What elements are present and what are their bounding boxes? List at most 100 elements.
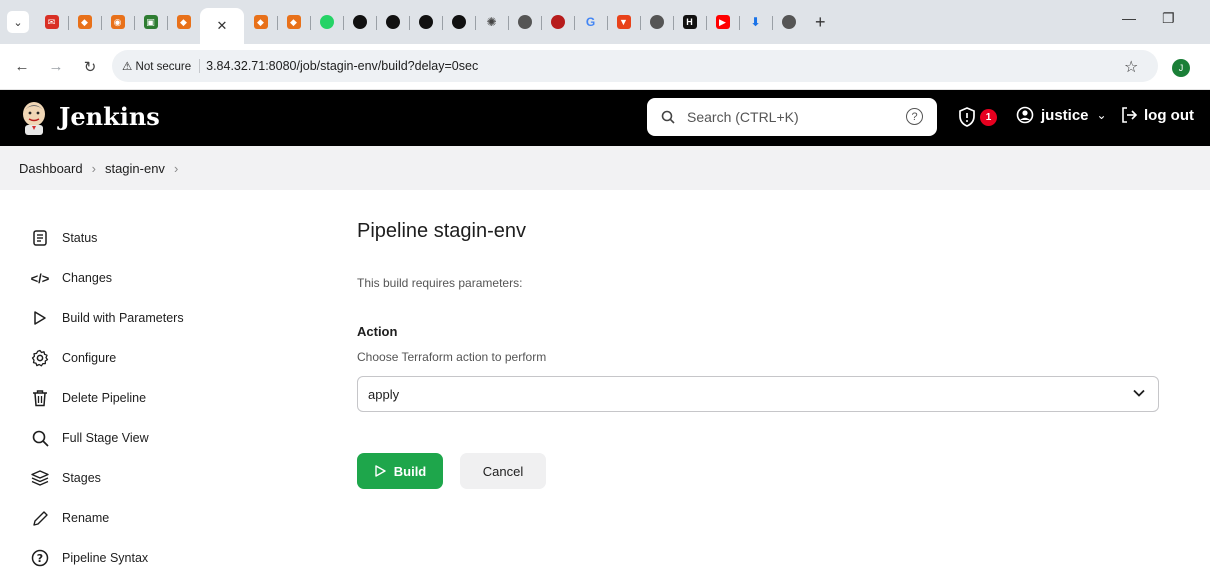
jenkins-logo-icon[interactable] [20,101,48,135]
download-icon: ⬇ [750,15,761,29]
browser-tab[interactable] [409,6,442,38]
browser-tab-active[interactable]: ✕ [200,8,244,44]
browser-tab[interactable] [310,6,343,38]
not-secure-indicator[interactable]: ⚠ Not secure [122,59,201,73]
url-text[interactable]: 3.84.32.71:8080/job/stagin-env/build?del… [206,59,478,73]
chevron-down-icon: ⌄ [1096,108,1107,122]
jenkins-header: Jenkins ? 1 justice ⌄ log out [0,90,1210,146]
browser-tab[interactable]: ▼ [607,6,640,38]
new-tab-button[interactable]: + [815,12,826,33]
user-menu[interactable]: justice ⌄ [1016,106,1107,124]
search-icon [30,428,50,448]
browser-tab[interactable]: ◆ [167,6,200,38]
globe-icon [781,15,796,29]
profile-avatar[interactable]: J [1172,59,1190,77]
browser-tab[interactable]: ✉ [35,6,68,38]
omnibox[interactable]: ⚠ Not secure 3.84.32.71:8080/job/stagin-… [112,50,1158,82]
breadcrumb-dropdown-icon[interactable]: › [174,161,178,176]
back-icon[interactable]: ← [10,58,34,75]
youtube-icon: ▶ [715,15,730,29]
not-secure-label: Not secure [135,61,192,73]
logout-label: log out [1144,106,1194,124]
logout-link[interactable]: log out [1120,106,1194,124]
breadcrumb-dashboard[interactable]: Dashboard [19,161,83,176]
parameter-description: Choose Terraform action to perform [357,350,547,364]
sidebar-item-label: Stages [62,471,101,485]
browser-tab[interactable]: ◉ [101,6,134,38]
restore-icon[interactable]: ❐ [1162,10,1175,27]
parameter-label: Action [357,324,398,339]
search-help-icon[interactable]: ? [906,108,923,125]
search-icon [661,110,675,124]
aws-icon: ▣ [143,15,158,29]
browser-tab-strip: ⌄ ✉ ◆ ◉ ▣ ◆ ✕ ◆ ◆ ✺ G ▼ H ▶ ⬇ + — ❐ [0,0,1210,44]
sidebar-item-changes[interactable]: </> Changes [30,258,290,298]
action-select[interactable]: apply [357,376,1159,412]
chevron-down-icon [1133,389,1145,397]
sidebar-item-rename[interactable]: Rename [30,498,290,538]
layers-icon [30,468,50,488]
brave-icon: ▼ [616,15,631,29]
requires-parameters-text: This build requires parameters: [357,276,523,290]
globe-icon [517,15,532,29]
browser-tab[interactable] [343,6,376,38]
sidebar-item-label: Pipeline Syntax [62,551,149,565]
breadcrumb-job[interactable]: stagin-env [105,161,165,176]
security-monitor[interactable]: 1 [958,107,997,127]
user-avatar-icon [1016,106,1034,124]
sidebar-item-pipeline-syntax[interactable]: ? Pipeline Syntax [30,538,290,578]
build-button-label: Build [393,463,427,479]
reload-icon[interactable]: ↻ [78,58,102,76]
tab-search-icon[interactable]: ⌄ [7,11,29,33]
trash-icon [30,388,50,408]
sidebar-item-full-stage-view[interactable]: Full Stage View [30,418,290,458]
sidebar: Status </> Changes Build with Parameters… [30,218,290,578]
browser-tab[interactable] [640,6,673,38]
sidebar-item-status[interactable]: Status [30,218,290,258]
browser-tab[interactable] [376,6,409,38]
browser-tab[interactable] [508,6,541,38]
address-bar-row: ← → ↻ ⚠ Not secure 3.84.32.71:8080/job/s… [0,44,1210,90]
browser-tab[interactable]: H [673,6,706,38]
sidebar-item-delete-pipeline[interactable]: Delete Pipeline [30,378,290,418]
browser-tab[interactable]: ✺ [475,6,508,38]
aws-icon: ◆ [253,15,268,29]
build-button[interactable]: Build [357,453,443,489]
sidebar-item-label: Rename [62,511,110,525]
browser-tab[interactable] [541,6,574,38]
browser-tab[interactable]: ▣ [134,6,167,38]
browser-tab[interactable]: ◆ [68,6,101,38]
chatgpt-icon: ✺ [486,15,497,29]
jenkins-title[interactable]: Jenkins [59,102,160,131]
browser-tab[interactable]: ▶ [706,6,739,38]
sidebar-item-label: Configure [62,351,117,365]
browser-tab[interactable] [772,6,805,38]
sidebar-item-label: Changes [62,271,113,285]
sidebar-item-build-with-parameters[interactable]: Build with Parameters [30,298,290,338]
cancel-button-label: Cancel [482,463,524,479]
close-icon[interactable]: ✕ [217,18,228,34]
bookmark-star-icon[interactable]: ☆ [1124,57,1138,77]
browser-tab[interactable] [442,6,475,38]
gmail-icon: ✉ [44,15,59,29]
google-icon: G [585,15,596,29]
pencil-icon [30,508,50,528]
search-input[interactable] [687,109,887,125]
breadcrumb: Dashboard › stagin-env › [0,146,1210,190]
shield-icon [959,107,975,127]
browser-tab[interactable]: ⬇ [739,6,772,38]
cancel-button[interactable]: Cancel [460,453,546,489]
browser-tab[interactable]: ◆ [244,6,277,38]
aws-icon: ◉ [110,15,125,29]
sidebar-item-stages[interactable]: Stages [30,458,290,498]
search-box[interactable]: ? [647,98,937,136]
sidebar-item-configure[interactable]: Configure [30,338,290,378]
page-title: Pipeline stagin-env [357,220,526,242]
browser-tab[interactable]: ◆ [277,6,310,38]
minimize-icon[interactable]: — [1122,10,1136,26]
main-content: Pipeline stagin-env This build requires … [357,220,1159,489]
browser-tab[interactable]: G [574,6,607,38]
forward-icon[interactable]: → [44,58,68,75]
username: justice [1041,106,1089,124]
logout-icon [1122,107,1138,123]
